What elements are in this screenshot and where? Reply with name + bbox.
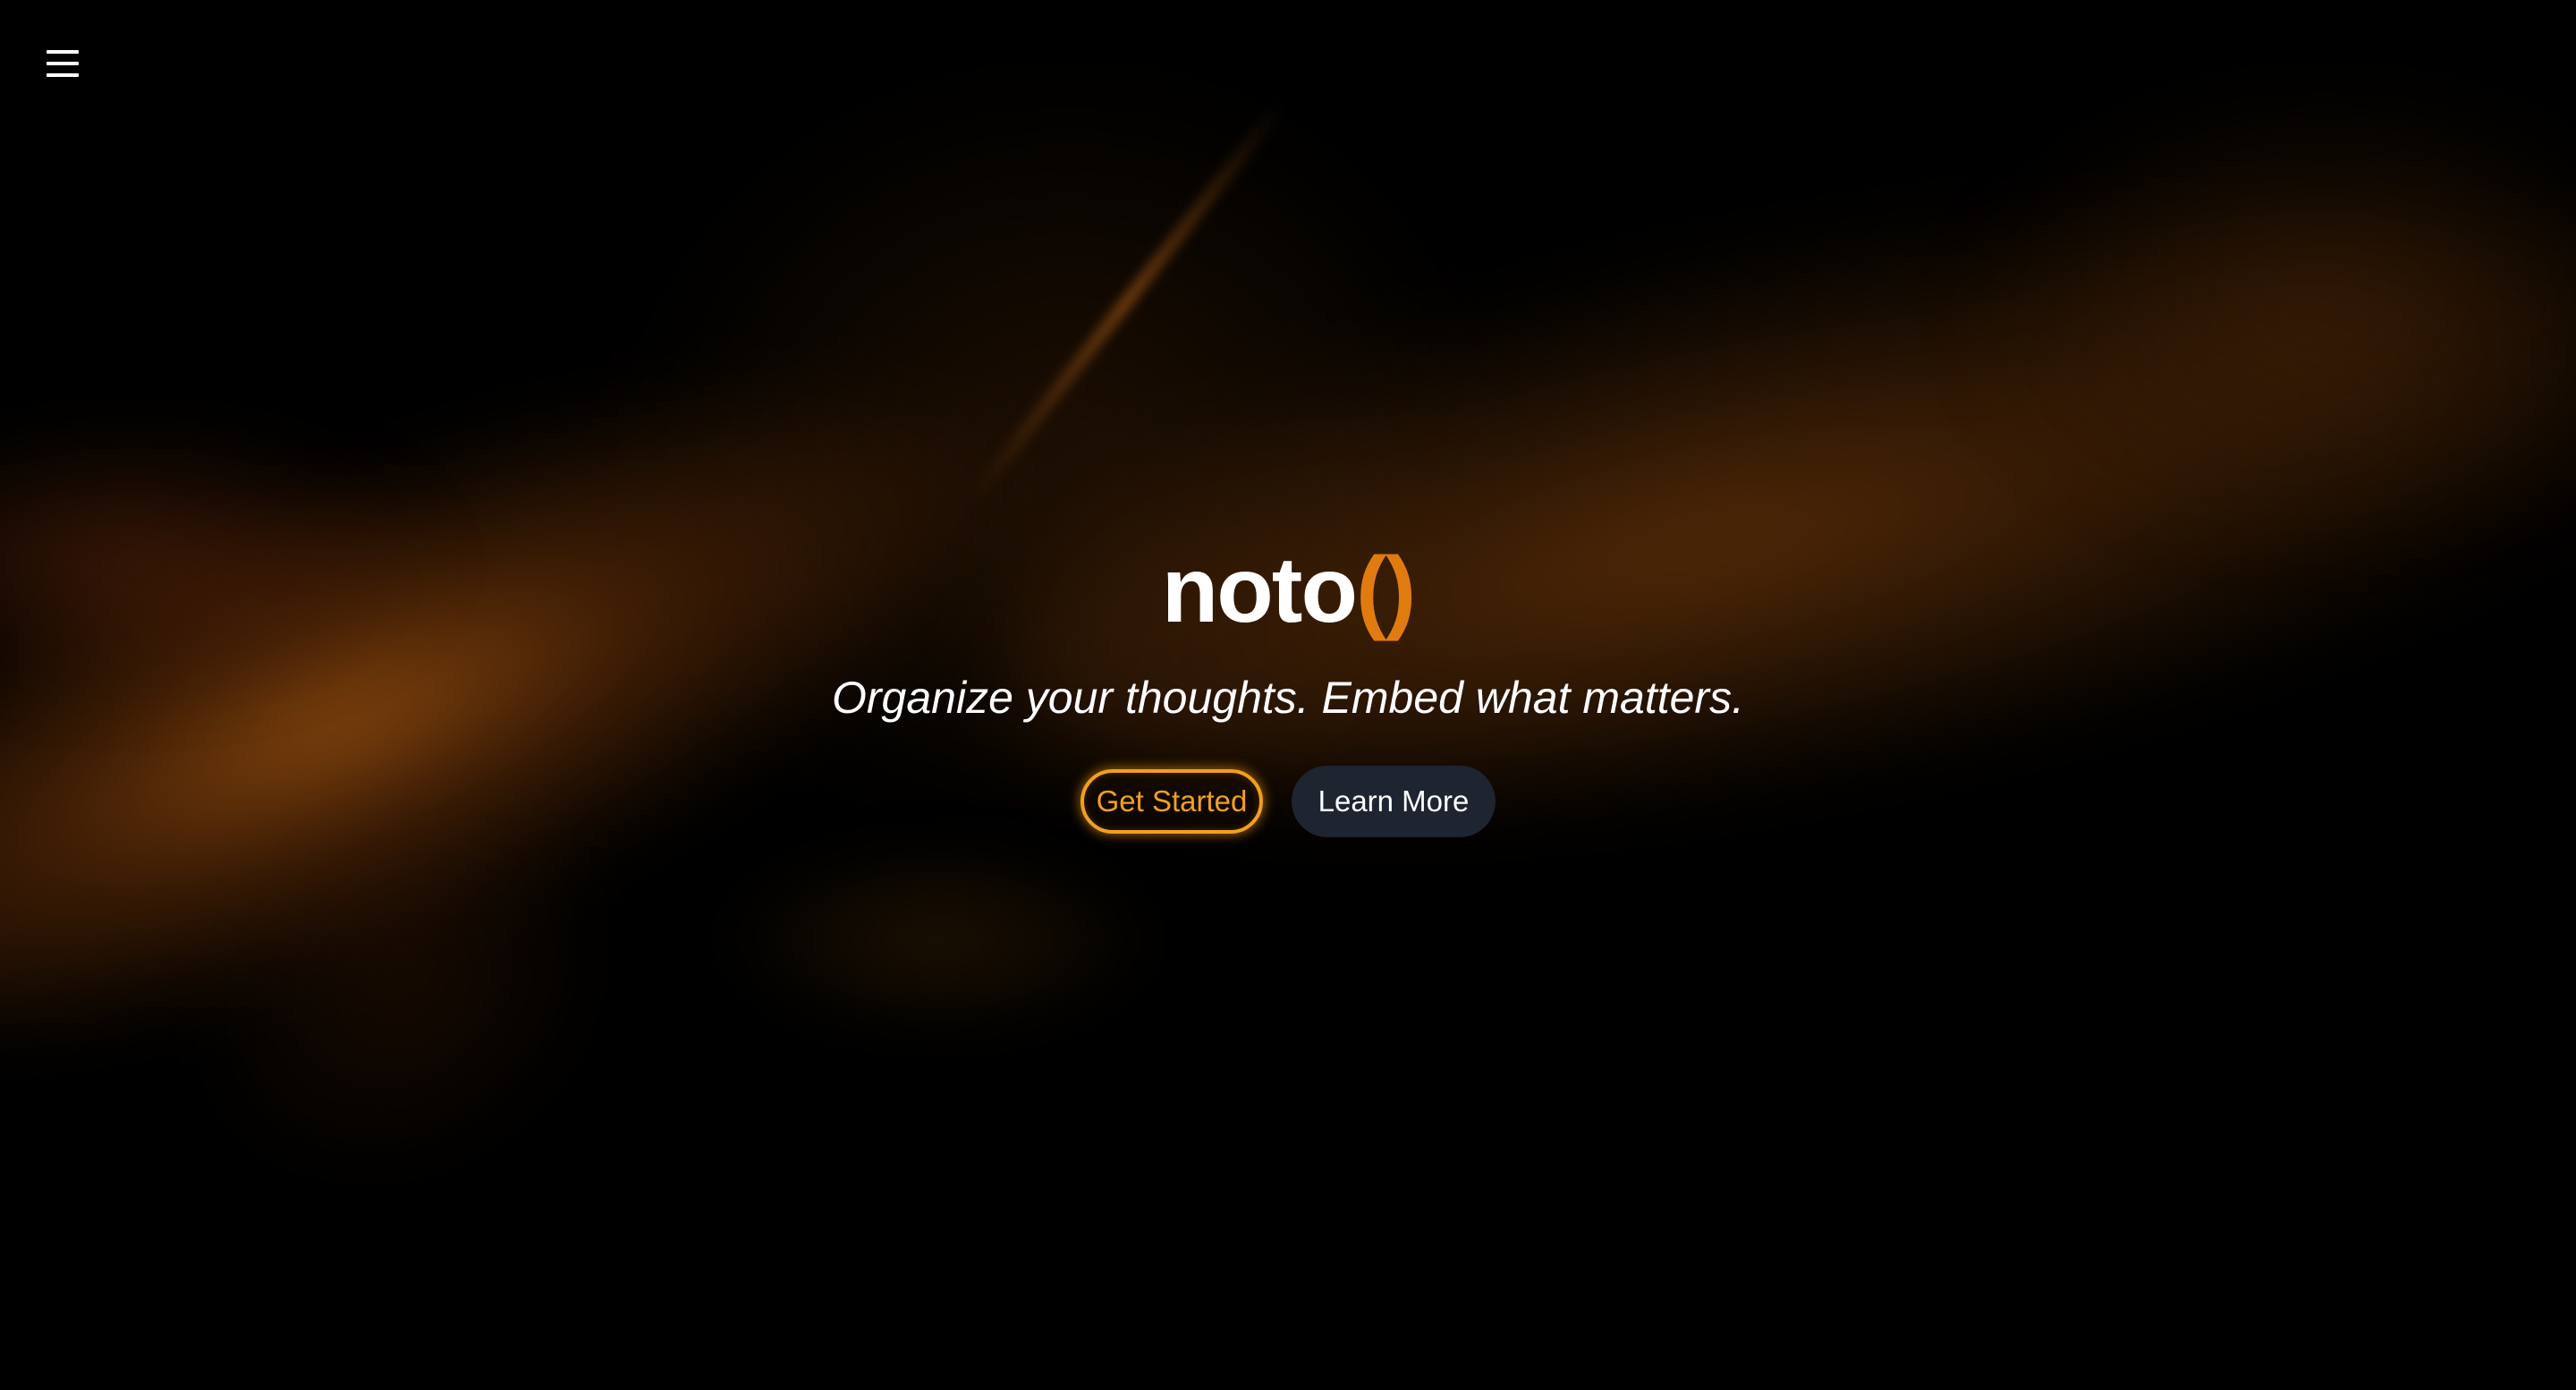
hero-actions: Get Started Learn More	[1080, 766, 1496, 837]
tagline: Organize your thoughts. Embed what matte…	[832, 673, 1744, 723]
background-glow	[1968, 89, 2576, 537]
learn-more-button[interactable]: Learn More	[1292, 766, 1496, 837]
landing-page: noto() Organize your thoughts. Embed wha…	[0, 0, 2576, 1390]
background-glow	[716, 841, 1163, 1038]
menu-bar	[47, 73, 79, 77]
menu-bar	[47, 62, 79, 65]
get-started-button[interactable]: Get Started	[1080, 769, 1263, 834]
logo-text: noto	[1161, 538, 1358, 642]
hamburger-menu-icon[interactable]	[45, 47, 82, 81]
background-streak	[968, 100, 1286, 503]
menu-bar	[47, 50, 79, 54]
logo-suffix: ()	[1355, 538, 1416, 642]
hero-section: noto() Organize your thoughts. Embed wha…	[0, 537, 2576, 837]
logo: noto()	[1161, 537, 1416, 644]
